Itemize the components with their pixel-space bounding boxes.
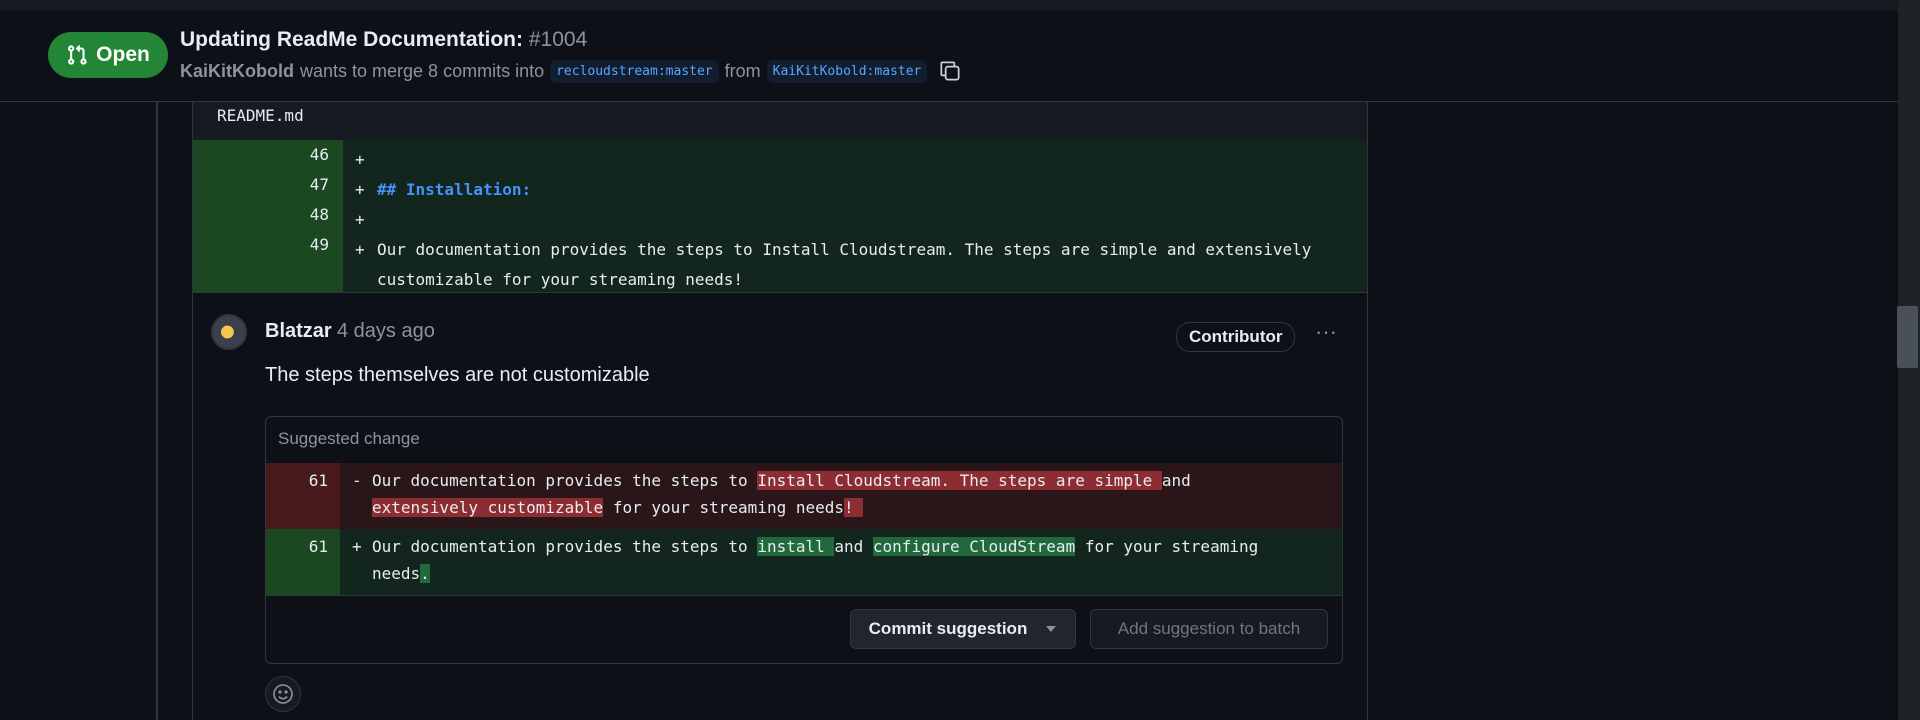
pr-author-link[interactable]: KaiKitKobold — [180, 61, 294, 82]
add-reaction-button[interactable] — [265, 676, 301, 712]
comment-body: The steps themselves are not customizabl… — [265, 364, 650, 386]
line-number: 61 — [266, 463, 340, 529]
scrollbar-thumb[interactable] — [1897, 306, 1918, 368]
smiley-icon — [273, 684, 293, 704]
removed-line: 61 - Our documentation provides the step… — [266, 463, 1342, 529]
suggested-change-header: Suggested change — [266, 417, 1342, 464]
commit-suggestion-button[interactable]: Commit suggestion — [850, 609, 1076, 649]
merge-text: wants to merge 8 commits into — [300, 60, 545, 81]
comment-timestamp[interactable]: 4 days ago — [337, 320, 435, 343]
from-text: from — [724, 60, 761, 81]
timeline-line — [156, 102, 158, 720]
suggested-change-box: Suggested change 61 - Our documentation … — [265, 416, 1343, 664]
line-number: 61 — [266, 529, 340, 595]
pr-number[interactable]: #1004 — [529, 28, 587, 51]
contributor-badge: Contributor — [1176, 322, 1296, 352]
pr-title: Updating ReadMe Documentation: #1004 — [180, 28, 588, 51]
comment-author[interactable]: Blatzar — [265, 320, 332, 343]
pr-state-badge: Open — [48, 32, 168, 78]
avatar[interactable] — [211, 314, 247, 350]
diff-line: 48 + — [193, 200, 1367, 230]
added-line: 61 + Our documentation provides the step… — [266, 529, 1342, 596]
git-pull-request-icon — [68, 44, 87, 65]
file-header: README.md — [193, 102, 1367, 141]
pr-header: Open Updating ReadMe Documentation: #100… — [0, 12, 1898, 102]
head-branch[interactable]: KaiKitKobold:master — [766, 59, 928, 83]
more-options-icon[interactable]: ··· — [1311, 321, 1341, 346]
add-suggestion-to-batch-button[interactable]: Add suggestion to batch — [1090, 609, 1328, 649]
line-number[interactable]: 46 — [193, 140, 343, 170]
line-number[interactable]: 47 — [193, 170, 343, 200]
file-name[interactable]: README.md — [217, 106, 304, 125]
review-thread: README.md 46 + 47 + ## Installation: 48 +… — [192, 102, 1368, 720]
diff-line: 47 + ## Installation: — [193, 170, 1367, 200]
pr-subtitle: KaiKitKobold wants to merge 8 commits in… — [180, 58, 963, 84]
copy-icon[interactable] — [937, 58, 963, 84]
caret-down-icon[interactable] — [1045, 625, 1057, 633]
base-branch[interactable]: recloudstream:master — [550, 59, 719, 83]
line-number[interactable]: 48 — [193, 200, 343, 230]
diff-line: 46 + — [193, 140, 1367, 170]
line-number[interactable]: 49 — [193, 230, 343, 292]
diff-line: 49 + Our documentation provides the step… — [193, 230, 1367, 293]
pr-state-label: Open — [96, 43, 150, 66]
